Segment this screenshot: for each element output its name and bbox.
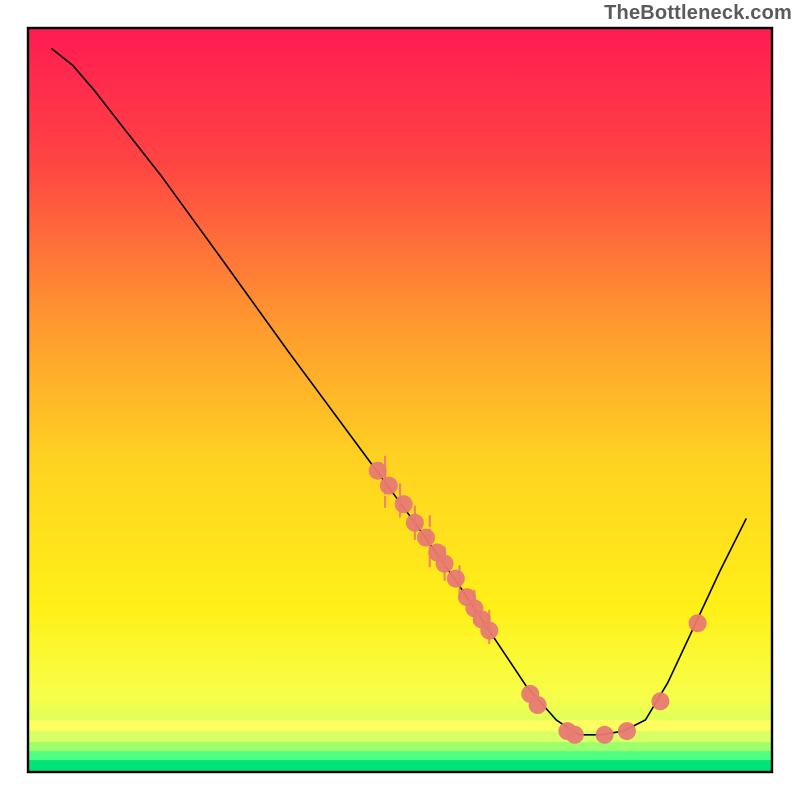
bg-band-1 xyxy=(28,731,772,742)
chart-container: { "watermark": "TheBottleneck.com", "cha… xyxy=(0,0,800,800)
data-marker xyxy=(566,726,584,744)
data-marker xyxy=(651,692,669,710)
bg-band-0 xyxy=(28,720,772,731)
bg-band-4 xyxy=(28,760,772,772)
data-marker xyxy=(480,622,498,640)
data-marker xyxy=(689,614,707,632)
bg-band-3 xyxy=(28,751,772,760)
data-marker xyxy=(596,726,614,744)
data-marker xyxy=(380,477,398,495)
data-marker xyxy=(369,462,387,480)
data-marker xyxy=(417,529,435,547)
data-marker xyxy=(436,555,454,573)
chart-svg xyxy=(0,0,800,800)
data-marker xyxy=(529,696,547,714)
plot-background xyxy=(28,28,772,772)
data-marker xyxy=(447,570,465,588)
data-marker xyxy=(395,495,413,513)
data-marker xyxy=(406,514,424,532)
data-marker xyxy=(618,722,636,740)
bg-band-2 xyxy=(28,742,772,751)
